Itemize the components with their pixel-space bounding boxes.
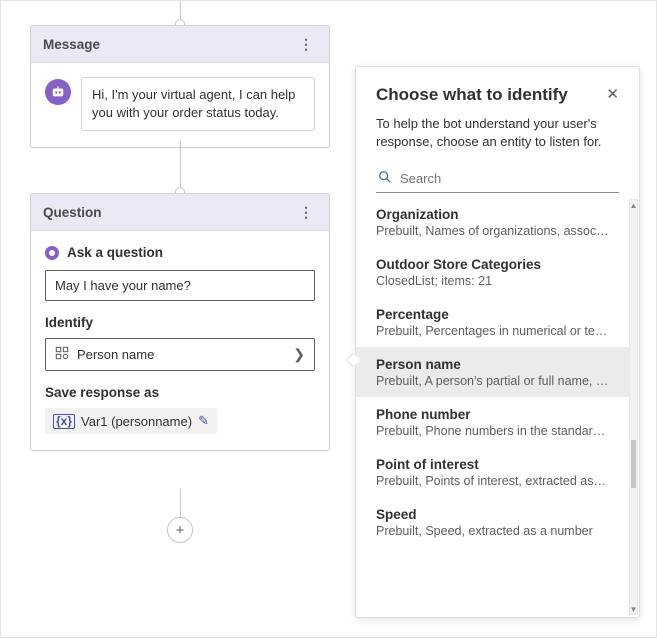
identify-flyout: Choose what to identify ✕ To help the bo… [355, 66, 640, 618]
entity-name: Point of interest [376, 457, 609, 472]
entity-item[interactable]: Person name Prebuilt, A person's partial … [356, 347, 629, 397]
bot-avatar-icon [45, 79, 71, 105]
variable-icon: {x} [53, 414, 75, 429]
more-icon[interactable]: ⋮ [295, 35, 317, 53]
entity-item[interactable]: Percentage Prebuilt, Percentages in numer… [356, 297, 629, 347]
entity-icon [55, 346, 69, 363]
entity-name: Speed [376, 507, 609, 522]
question-card-header: Question ⋮ [31, 194, 329, 231]
edit-icon[interactable]: ✎ [198, 413, 209, 429]
entity-item[interactable]: Outdoor Store Categories ClosedList; item… [356, 247, 629, 297]
entity-name: Percentage [376, 307, 609, 322]
entity-item[interactable]: Speed Prebuilt, Speed, extracted as a num… [356, 497, 629, 547]
entity-subtext: Prebuilt, Names of organizations, associ… [376, 224, 609, 238]
entity-name: Outdoor Store Categories [376, 257, 609, 272]
variable-name: Var1 (personname) [81, 414, 192, 429]
entity-name: Phone number [376, 407, 609, 422]
identify-select[interactable]: Person name ❯ [45, 338, 315, 371]
entity-subtext: Prebuilt, Points of interest, extracted … [376, 474, 609, 488]
entity-subtext: Prebuilt, Phone numbers in the standard … [376, 424, 609, 438]
plus-icon: + [176, 522, 185, 539]
close-icon[interactable]: ✕ [606, 85, 619, 103]
question-card-title: Question [43, 205, 102, 220]
search-input[interactable] [400, 169, 617, 188]
identify-label: Identify [45, 315, 315, 330]
entity-subtext: ClosedList; items: 21 [376, 274, 609, 288]
entity-item[interactable]: Phone number Prebuilt, Phone numbers in t… [356, 397, 629, 447]
add-node-button[interactable]: + [167, 517, 193, 543]
entity-subtext: Prebuilt, Percentages in numerical or te… [376, 324, 609, 338]
message-card: Message ⋮ Hi, I'm your virtual agent, I … [30, 25, 330, 148]
save-response-label: Save response as [45, 385, 315, 400]
identify-value: Person name [77, 347, 154, 362]
variable-chip[interactable]: {x} Var1 (personname) ✎ [45, 408, 217, 434]
question-lead-icon [45, 246, 59, 260]
more-icon[interactable]: ⋮ [295, 203, 317, 221]
ask-question-lead: Ask a question [45, 245, 315, 260]
search-icon [378, 170, 392, 187]
search-input-row[interactable] [376, 165, 619, 193]
chevron-right-icon: ❯ [293, 346, 305, 363]
message-card-title: Message [43, 37, 100, 52]
entity-subtext: Prebuilt, Speed, extracted as a number [376, 524, 609, 538]
entity-subtext: Prebuilt, A person's partial or full nam… [376, 374, 609, 388]
entity-list: Organization Prebuilt, Names of organizat… [356, 197, 629, 617]
scroll-down-icon[interactable]: ▼ [630, 604, 637, 614]
scroll-up-icon[interactable]: ▲ [630, 200, 637, 210]
ask-question-label: Ask a question [67, 245, 163, 260]
question-input[interactable] [45, 270, 315, 301]
message-bubble[interactable]: Hi, I'm your virtual agent, I can help y… [81, 77, 315, 131]
panel-description: To help the bot understand your user's r… [376, 115, 619, 151]
entity-item[interactable]: Organization Prebuilt, Names of organizat… [356, 197, 629, 247]
entity-name: Organization [376, 207, 609, 222]
scrollbar-thumb[interactable] [631, 440, 636, 488]
entity-item[interactable]: Point of interest Prebuilt, Points of int… [356, 447, 629, 497]
entity-name: Person name [376, 357, 609, 372]
scrollbar-track[interactable]: ▲ ▼ [629, 199, 638, 615]
question-card: Question ⋮ Ask a question Identify Perso… [30, 193, 330, 451]
message-text: Hi, I'm your virtual agent, I can help y… [92, 87, 295, 120]
panel-title: Choose what to identify [376, 85, 568, 105]
message-card-header: Message ⋮ [31, 26, 329, 63]
